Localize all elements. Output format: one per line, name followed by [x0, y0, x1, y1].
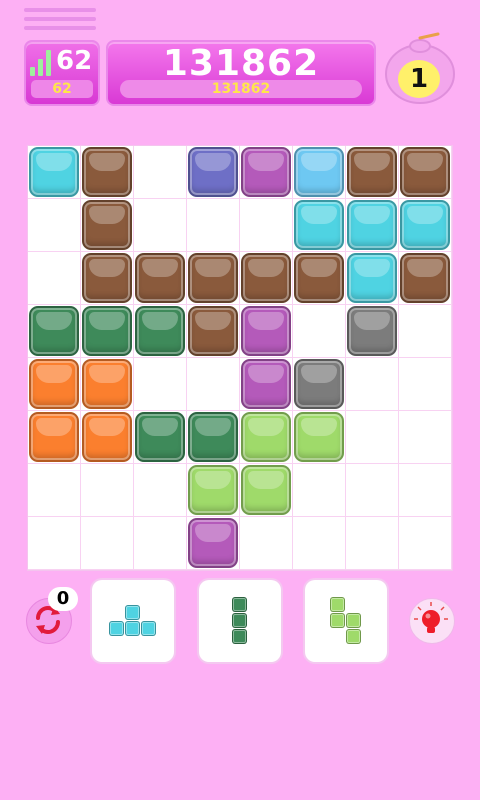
- cyan-block: [347, 200, 397, 250]
- level-panel: 62 62: [24, 40, 100, 106]
- board-cell[interactable]: [399, 305, 452, 358]
- board-cell[interactable]: [134, 517, 187, 570]
- board-cell[interactable]: [81, 517, 134, 570]
- piece-block: [141, 621, 156, 636]
- orange-block: [29, 359, 79, 409]
- board-cell[interactable]: [240, 199, 293, 252]
- orange-block: [82, 359, 132, 409]
- piece-block: [232, 629, 247, 644]
- lime-block: [188, 465, 238, 515]
- board-cell[interactable]: [399, 464, 452, 517]
- menu-button[interactable]: [24, 8, 96, 34]
- potion-button[interactable]: 1: [384, 32, 456, 104]
- piece-block: [232, 597, 247, 612]
- piece-slot-3[interactable]: [305, 580, 387, 662]
- board-cell[interactable]: [399, 517, 452, 570]
- darkgreen-block: [188, 412, 238, 462]
- brown-block: [82, 147, 132, 197]
- piece-block: [125, 621, 140, 636]
- best-score: 131862: [120, 80, 362, 98]
- darkgreen-block: [29, 306, 79, 356]
- gray-block: [294, 359, 344, 409]
- board-cell[interactable]: [293, 305, 346, 358]
- indigo-block: [188, 147, 238, 197]
- board-cell[interactable]: [134, 146, 187, 199]
- brown-block: [347, 147, 397, 197]
- purple-block: [188, 518, 238, 568]
- darkgreen-block: [135, 306, 185, 356]
- board-cell[interactable]: [346, 464, 399, 517]
- board-cell[interactable]: [134, 464, 187, 517]
- board-cell[interactable]: [28, 517, 81, 570]
- gray-block: [347, 306, 397, 356]
- score-panel: 131862 131862: [106, 40, 376, 106]
- lightbulb-icon: [414, 602, 448, 633]
- orange-block: [29, 412, 79, 462]
- signal-bars-icon: [30, 50, 52, 76]
- cyan-block: [347, 253, 397, 303]
- level-value: 62: [56, 46, 93, 76]
- sky-block: [294, 147, 344, 197]
- darkgreen-block: [82, 306, 132, 356]
- lime-block: [241, 412, 291, 462]
- board-cell[interactable]: [28, 199, 81, 252]
- piece-slot-2[interactable]: [199, 580, 281, 662]
- darkgreen-block: [135, 412, 185, 462]
- piece-block: [330, 597, 345, 612]
- brown-block: [135, 253, 185, 303]
- board-cell[interactable]: [293, 517, 346, 570]
- board-cell[interactable]: [134, 358, 187, 411]
- board-cell[interactable]: [28, 464, 81, 517]
- board-cell[interactable]: [346, 411, 399, 464]
- cyan-block: [29, 147, 79, 197]
- purple-block: [241, 306, 291, 356]
- board-cell[interactable]: [399, 411, 452, 464]
- board-cell[interactable]: [346, 517, 399, 570]
- board-cell[interactable]: [399, 358, 452, 411]
- board-cell[interactable]: [81, 464, 134, 517]
- brown-block: [82, 200, 132, 250]
- hint-button[interactable]: [409, 598, 455, 644]
- purple-block: [241, 147, 291, 197]
- brown-block: [188, 253, 238, 303]
- board-cell[interactable]: [346, 358, 399, 411]
- piece-block: [232, 613, 247, 628]
- board-cell[interactable]: [28, 252, 81, 305]
- score-value: 131862: [162, 43, 320, 84]
- brown-block: [82, 253, 132, 303]
- purple-block: [241, 359, 291, 409]
- brown-block: [188, 306, 238, 356]
- lime-block: [241, 465, 291, 515]
- lime-block: [294, 412, 344, 462]
- piece-block: [346, 613, 361, 628]
- board-cell[interactable]: [134, 199, 187, 252]
- cyan-block: [294, 200, 344, 250]
- brown-block: [400, 253, 450, 303]
- board-cell[interactable]: [187, 358, 240, 411]
- piece-block: [125, 605, 140, 620]
- orange-block: [82, 412, 132, 462]
- level-subvalue: 62: [31, 80, 93, 98]
- piece-slot-1[interactable]: [92, 580, 174, 662]
- piece-block: [346, 629, 361, 644]
- board-cell[interactable]: [240, 517, 293, 570]
- cyan-block: [400, 200, 450, 250]
- brown-block: [241, 253, 291, 303]
- brown-block: [400, 147, 450, 197]
- refresh-count-badge: 0: [48, 587, 78, 611]
- game-board[interactable]: [27, 145, 453, 571]
- piece-block: [109, 621, 124, 636]
- brown-block: [294, 253, 344, 303]
- board-cell[interactable]: [187, 199, 240, 252]
- board-cell[interactable]: [293, 464, 346, 517]
- potion-count: 1: [409, 64, 429, 94]
- piece-block: [330, 613, 345, 628]
